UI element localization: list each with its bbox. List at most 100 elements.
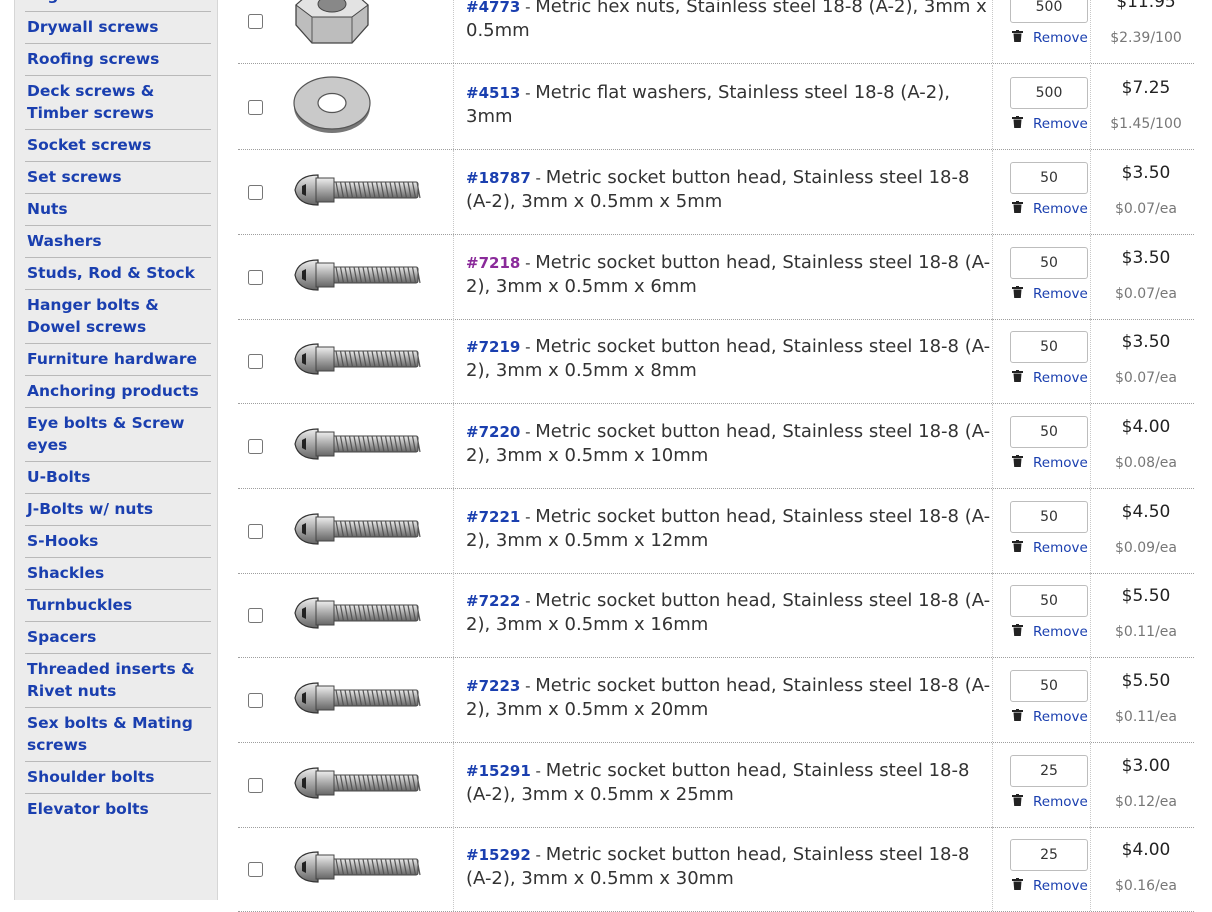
product-image[interactable]: [282, 489, 454, 573]
select-checkbox[interactable]: [248, 523, 263, 539]
sidebar-item-s-hooks[interactable]: S-Hooks: [25, 525, 211, 557]
price: $4.50: [1121, 502, 1171, 522]
product-image[interactable]: [282, 235, 454, 319]
quantity-input[interactable]: [1010, 162, 1088, 194]
quantity-input[interactable]: [1010, 416, 1088, 448]
select-checkbox[interactable]: [248, 861, 263, 877]
quantity-input[interactable]: [1010, 0, 1088, 23]
sidebar-item-u-bolts[interactable]: U-Bolts: [25, 461, 211, 493]
product-description: Metric socket button head, Stainless ste…: [466, 674, 991, 720]
sidebar-item-deck-screws-timber-screws[interactable]: Deck screws & Timber screws: [25, 75, 211, 129]
product-image[interactable]: [282, 404, 454, 488]
product-description: Metric hex nuts, Stainless steel 18-8 (A…: [466, 0, 987, 41]
sidebar-item-j-bolts-w-nuts[interactable]: J-Bolts w/ nuts: [25, 493, 211, 525]
sidebar-item-drywall-screws[interactable]: Drywall screws: [25, 11, 211, 43]
sku-separator: -: [520, 0, 536, 16]
sku-link[interactable]: #7222: [466, 592, 520, 610]
sidebar-item-eye-bolts-screw-eyes[interactable]: Eye bolts & Screw eyes: [25, 407, 211, 461]
quantity-input[interactable]: [1010, 77, 1088, 109]
table-row: #15291 - Metric socket button head, Stai…: [238, 743, 1194, 828]
quantity-input[interactable]: [1010, 585, 1088, 617]
select-checkbox[interactable]: [248, 353, 263, 369]
sidebar-item-set-screws[interactable]: Set screws: [25, 161, 211, 193]
product-image[interactable]: [282, 150, 454, 234]
sidebar-item-threaded-inserts-rivet-nuts[interactable]: Threaded inserts & Rivet nuts: [25, 653, 211, 707]
sidebar-item-anchoring-products[interactable]: Anchoring products: [25, 375, 211, 407]
screw-image: [292, 850, 422, 888]
price-cell: $3.50 $0.07/ea: [1100, 319, 1192, 403]
select-checkbox[interactable]: [248, 777, 263, 793]
sidebar-item-hanger-bolts-dowel-screws[interactable]: Hanger bolts & Dowel screws: [25, 289, 211, 343]
remove-button[interactable]: Remove: [1012, 30, 1088, 46]
select-checkbox[interactable]: [248, 13, 263, 29]
product-image[interactable]: [282, 743, 454, 827]
remove-button[interactable]: Remove: [1012, 370, 1088, 386]
sidebar-item-washers[interactable]: Washers: [25, 225, 211, 257]
sidebar-item-elevator-bolts[interactable]: Elevator bolts: [25, 793, 211, 825]
quantity-input[interactable]: [1010, 839, 1088, 871]
remove-button[interactable]: Remove: [1012, 116, 1088, 132]
sku-link[interactable]: #7218: [466, 254, 520, 272]
price-cell: $3.50 $0.07/ea: [1100, 235, 1192, 319]
product-image[interactable]: [282, 573, 454, 657]
remove-button[interactable]: Remove: [1012, 624, 1088, 640]
quantity-cell: Remove: [1008, 319, 1091, 403]
sku-link[interactable]: #7221: [466, 508, 520, 526]
select-checkbox[interactable]: [248, 607, 263, 623]
remove-label: Remove: [1033, 286, 1088, 302]
price-cell: $3.00 $0.12/ea: [1100, 743, 1192, 827]
select-checkbox[interactable]: [248, 692, 263, 708]
remove-button[interactable]: Remove: [1012, 709, 1088, 725]
select-checkbox[interactable]: [248, 269, 263, 285]
sidebar-item-sex-bolts-mating-screws[interactable]: Sex bolts & Mating screws: [25, 707, 211, 761]
select-checkbox[interactable]: [248, 438, 263, 454]
sidebar-item-furniture-hardware[interactable]: Furniture hardware: [25, 343, 211, 375]
quantity-input[interactable]: [1010, 670, 1088, 702]
sidebar-item-studs-rod-stock[interactable]: Studs, Rod & Stock: [25, 257, 211, 289]
sku-link[interactable]: #7223: [466, 677, 520, 695]
remove-button[interactable]: Remove: [1012, 794, 1088, 810]
sidebar-item-socket-screws[interactable]: Socket screws: [25, 129, 211, 161]
product-image[interactable]: [282, 658, 454, 742]
remove-label: Remove: [1033, 201, 1088, 217]
sku-link[interactable]: #4773: [466, 0, 520, 16]
remove-label: Remove: [1033, 794, 1088, 810]
table-row: #7221 - Metric socket button head, Stain…: [238, 489, 1194, 574]
sku-link[interactable]: #7219: [466, 338, 520, 356]
select-checkbox[interactable]: [248, 184, 263, 200]
quantity-input[interactable]: [1010, 331, 1088, 363]
product-image[interactable]: [282, 0, 454, 63]
sidebar-item-turnbuckles[interactable]: Turnbuckles: [25, 589, 211, 621]
screw-image: [292, 766, 422, 804]
sidebar-item-nuts[interactable]: Nuts: [25, 193, 211, 225]
product-image[interactable]: [282, 827, 454, 911]
product-description: Metric socket button head, Stainless ste…: [466, 505, 991, 551]
remove-button[interactable]: Remove: [1012, 286, 1088, 302]
sku-link[interactable]: #15292: [466, 846, 531, 864]
price-cell: $4.50 $0.09/ea: [1100, 489, 1192, 573]
screw-image: [292, 173, 422, 211]
trash-icon: [1012, 286, 1033, 302]
remove-button[interactable]: Remove: [1012, 201, 1088, 217]
remove-button[interactable]: Remove: [1012, 540, 1088, 556]
price: $3.50: [1121, 163, 1171, 183]
sidebar-item-shoulder-bolts[interactable]: Shoulder bolts: [25, 761, 211, 793]
product-image[interactable]: [282, 319, 454, 403]
sidebar-item-shackles[interactable]: Shackles: [25, 557, 211, 589]
sku-link[interactable]: #15291: [466, 762, 531, 780]
product-image[interactable]: [282, 65, 454, 149]
sku-link[interactable]: #4513: [466, 84, 520, 102]
sidebar-item-lag-bolts[interactable]: Lag bolts: [25, 0, 211, 11]
sku-separator: -: [520, 507, 536, 526]
price-cell: $4.00 $0.16/ea: [1100, 827, 1192, 911]
quantity-input[interactable]: [1010, 247, 1088, 279]
remove-button[interactable]: Remove: [1012, 878, 1088, 894]
quantity-input[interactable]: [1010, 501, 1088, 533]
sku-link[interactable]: #7220: [466, 423, 520, 441]
quantity-input[interactable]: [1010, 755, 1088, 787]
sidebar-item-roofing-screws[interactable]: Roofing screws: [25, 43, 211, 75]
remove-button[interactable]: Remove: [1012, 455, 1088, 471]
sku-link[interactable]: #18787: [466, 169, 531, 187]
sidebar-item-spacers[interactable]: Spacers: [25, 621, 211, 653]
select-checkbox[interactable]: [248, 99, 263, 115]
